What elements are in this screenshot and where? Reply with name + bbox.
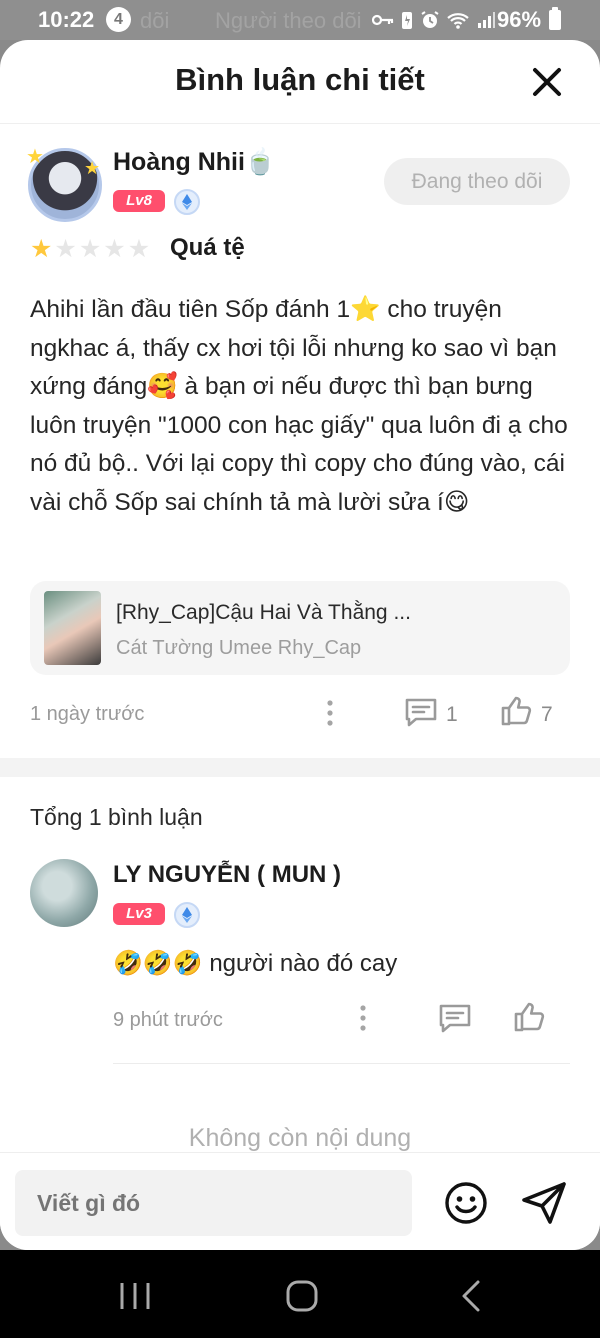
signal-icon [478,12,495,28]
status-icons [372,9,496,31]
comment-icon [439,1004,471,1033]
alarm-icon [421,11,439,28]
comment-input[interactable] [15,1170,412,1236]
book-card[interactable]: [Rhy_Cap]Cậu Hai Và Thằng ... Cát Tường … [30,581,570,675]
star-empty-icon: ★ [78,235,102,263]
verified-diamond-icon [174,189,200,215]
emoji-button[interactable] [443,1180,489,1231]
battery-percent: 96% [497,7,542,32]
back-button[interactable] [459,1279,483,1318]
comment-detail-sheet: Bình luận chi tiết ★ ★ Hoàng Nhii🍵 Lv8 Đ… [0,40,600,1250]
comment-input-bar [0,1152,600,1250]
sheet-header: Bình luận chi tiết [0,40,600,124]
thumbs-up-icon [501,696,532,726]
more-vertical-icon [360,1005,366,1031]
level-badge: Lv8 [113,190,165,212]
recent-apps-button[interactable] [118,1280,152,1317]
system-nav-bar [0,1250,600,1338]
book-cover-image [44,591,101,665]
reply-divider [113,1063,570,1064]
star-empty-icon: ★ [54,235,77,263]
reply-button[interactable] [403,696,439,733]
page-title: Bình luận chi tiết [175,62,425,97]
more-options-button[interactable] [320,698,340,733]
reply-comment-button[interactable] [437,1002,473,1039]
close-button[interactable] [527,62,567,102]
reply-timestamp: 9 phút trước [113,1009,223,1031]
home-button[interactable] [285,1279,319,1318]
status-bar: dõi Người theo dõi 10:22 4 96% [0,0,600,40]
back-icon [462,1280,480,1312]
rating-stars: ★ ★ ★ ★ ★ [30,236,150,262]
star-empty-icon: ★ [103,235,126,263]
book-author: Cát Tường Umee Rhy_Cap [116,637,362,659]
book-title: [Rhy_Cap]Cậu Hai Và Thằng ... [116,601,411,624]
level-badge: Lv3 [113,903,165,925]
send-icon [522,1182,566,1224]
like-button[interactable] [499,694,533,733]
review-timestamp: 1 ngày trước [30,703,145,725]
home-icon [286,1280,318,1312]
reply-username[interactable]: LY NGUYỄN ( MUN ) [113,861,341,889]
following-button[interactable]: Đang theo dõi [384,158,570,205]
total-replies-label: Tổng 1 bình luận [30,804,203,830]
rating-label: Quá tệ [170,234,245,261]
reply-more-options-button[interactable] [353,1003,373,1038]
key-icon [372,14,394,26]
like-count: 7 [541,703,553,726]
verified-diamond-icon [174,902,200,928]
reply-text: 🤣🤣🤣 người nào đó cay [113,950,398,977]
more-vertical-icon [327,700,333,726]
thumbs-up-icon [514,1002,545,1032]
emoji-icon [445,1182,487,1224]
review-text: Ahihi lần đầu tiên Sốp đánh 1⭐ cho truyệ… [30,296,568,516]
battery-saver-icon [402,12,412,29]
comment-icon [405,698,437,727]
wifi-icon [447,13,469,29]
close-icon [533,68,561,96]
recent-apps-icon [120,1283,150,1309]
notification-count-badge: 4 [106,7,131,32]
section-divider [0,758,600,777]
avatar-star-decoration-icon: ★ [84,158,101,178]
clock: 10:22 [38,7,95,32]
background-text: dõi [140,8,170,33]
star-empty-icon: ★ [127,235,151,263]
background-text: Người theo dõi [215,8,362,33]
battery-icon [549,7,561,30]
end-of-content-label: Không còn nội dung [188,1124,412,1152]
avatar-star-decoration-icon: ★ [26,146,44,168]
reviewer-username[interactable]: Hoàng Nhii🍵 [113,148,276,177]
send-button[interactable] [520,1180,568,1231]
reply-like-button[interactable] [512,1000,546,1039]
reply-avatar[interactable] [30,859,98,927]
star-filled-icon: ★ [30,235,53,263]
comment-count: 1 [446,703,458,726]
